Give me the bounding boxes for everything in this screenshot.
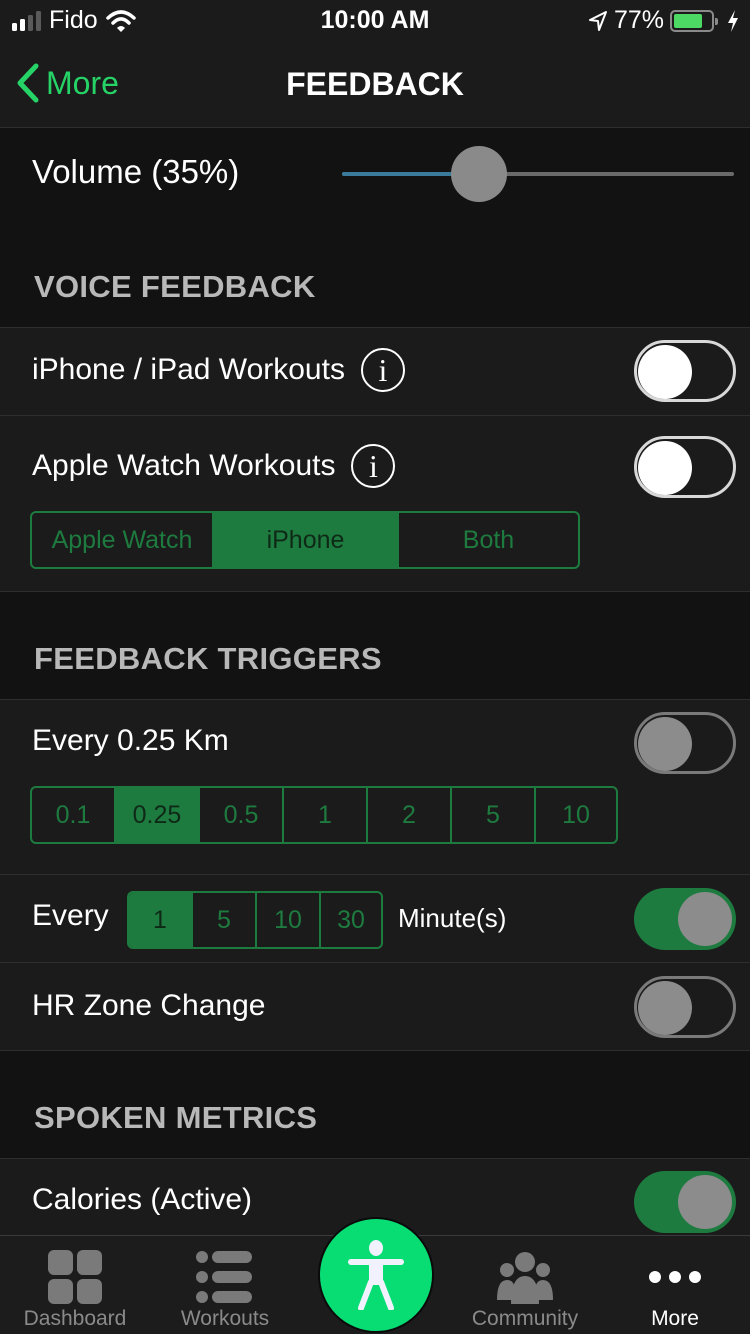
tab-dashboard[interactable]: Dashboard: [0, 1236, 150, 1334]
segment-distance[interactable]: 10: [534, 788, 616, 842]
segment-distance[interactable]: 0.25: [114, 788, 198, 842]
slider-thumb[interactable]: [451, 146, 508, 202]
iphone-ipad-label: iPhone / iPad Workouts: [32, 353, 345, 386]
segment-minutes[interactable]: 1: [129, 893, 191, 947]
status-right: 77%: [588, 6, 740, 35]
segment-both[interactable]: Both: [397, 513, 578, 567]
segment-distance[interactable]: 0.1: [32, 788, 114, 842]
battery-icon: [670, 9, 718, 32]
row-label: iPhone / iPad Workouts i: [32, 348, 405, 392]
time-trigger-row: Every 1 5 10 30 Minute(s): [0, 874, 750, 962]
section-header-feedback-triggers: FEEDBACK TRIGGERS: [0, 591, 750, 699]
segment-distance[interactable]: 0.5: [198, 788, 282, 842]
calories-toggle[interactable]: [634, 1171, 736, 1233]
section-title: VOICE FEEDBACK: [34, 269, 316, 304]
dashboard-grid-icon: [0, 1248, 150, 1306]
tab-community[interactable]: Community: [450, 1236, 600, 1334]
time-segmented-control: 1 5 10 30: [127, 891, 383, 949]
apple-watch-workouts-row: Apple Watch Workouts i Apple Watch iPhon…: [0, 415, 750, 591]
list-icon: [150, 1248, 300, 1306]
segment-iphone[interactable]: iPhone: [212, 513, 397, 567]
segment-minutes[interactable]: 5: [191, 893, 255, 947]
hr-zone-label: HR Zone Change: [32, 989, 266, 1022]
distance-segmented-control: 0.1 0.25 0.5 1 2 5 10: [30, 786, 618, 844]
info-icon[interactable]: i: [360, 348, 405, 392]
tab-workouts[interactable]: Workouts: [150, 1236, 300, 1334]
charging-bolt-icon: [728, 9, 738, 32]
battery-fill: [674, 13, 702, 28]
toggle-knob: [678, 1175, 732, 1229]
segment-distance[interactable]: 5: [450, 788, 534, 842]
apple-watch-label: Apple Watch Workouts: [32, 449, 336, 482]
toggle-knob: [678, 892, 732, 946]
tab-label: More: [651, 1307, 699, 1330]
ellipsis-icon: [600, 1248, 750, 1306]
volume-row: Volume (35%): [0, 129, 750, 219]
hr-zone-toggle[interactable]: [634, 976, 736, 1038]
distance-trigger-toggle[interactable]: [634, 712, 736, 774]
person-figure-icon: [348, 1240, 404, 1310]
group-icon: [450, 1248, 600, 1306]
toggle-knob: [638, 981, 692, 1035]
hr-zone-row: HR Zone Change: [0, 962, 750, 1050]
location-arrow-icon: [588, 10, 607, 31]
segment-minutes[interactable]: 10: [255, 893, 319, 947]
section-header-voice-feedback: VOICE FEEDBACK: [0, 219, 750, 327]
segment-distance[interactable]: 1: [282, 788, 366, 842]
section-header-spoken-metrics: SPOKEN METRICS: [0, 1050, 750, 1158]
page-title: FEEDBACK: [286, 66, 464, 102]
iphone-ipad-toggle[interactable]: [634, 340, 736, 402]
time-trigger-toggle[interactable]: [634, 888, 736, 950]
battery-percent: 77%: [613, 6, 664, 34]
section-title: FEEDBACK TRIGGERS: [34, 641, 382, 676]
status-bar: Fido 10:00 AM 77%: [0, 0, 750, 40]
row-label: Apple Watch Workouts i: [32, 444, 396, 488]
segment-apple-watch[interactable]: Apple Watch: [32, 513, 212, 567]
info-icon[interactable]: i: [351, 444, 396, 488]
tab-label: Community: [471, 1307, 579, 1330]
settings-content: Volume (35%) VOICE FEEDBACK iPhone / iPa…: [0, 129, 750, 1246]
calories-label: Calories (Active): [32, 1183, 253, 1216]
tab-more[interactable]: More: [600, 1236, 750, 1334]
tab-label: Dashboard: [23, 1307, 127, 1330]
iphone-ipad-workouts-row: iPhone / iPad Workouts i: [0, 327, 750, 415]
distance-trigger-label: Every 0.25 Km: [32, 724, 229, 757]
volume-label: Volume (35%): [32, 153, 240, 190]
device-segmented-control: Apple Watch iPhone Both: [30, 511, 580, 569]
distance-trigger-row: Every 0.25 Km 0.1 0.25 0.5 1 2 5 10: [0, 699, 750, 874]
apple-watch-toggle[interactable]: [634, 436, 736, 498]
tab-label: Workouts: [180, 1307, 270, 1330]
toggle-knob: [638, 345, 692, 399]
toggle-knob: [638, 441, 692, 495]
segment-distance[interactable]: 2: [366, 788, 450, 842]
segment-minutes[interactable]: 30: [319, 893, 381, 947]
section-title: SPOKEN METRICS: [34, 1100, 318, 1135]
start-workout-button[interactable]: [318, 1217, 434, 1333]
toggle-knob: [638, 717, 692, 771]
time-trigger-prefix: Every: [32, 899, 109, 932]
navigation-bar: More FEEDBACK: [0, 40, 750, 128]
time-trigger-suffix: Minute(s): [398, 903, 507, 933]
volume-slider[interactable]: [342, 146, 734, 202]
